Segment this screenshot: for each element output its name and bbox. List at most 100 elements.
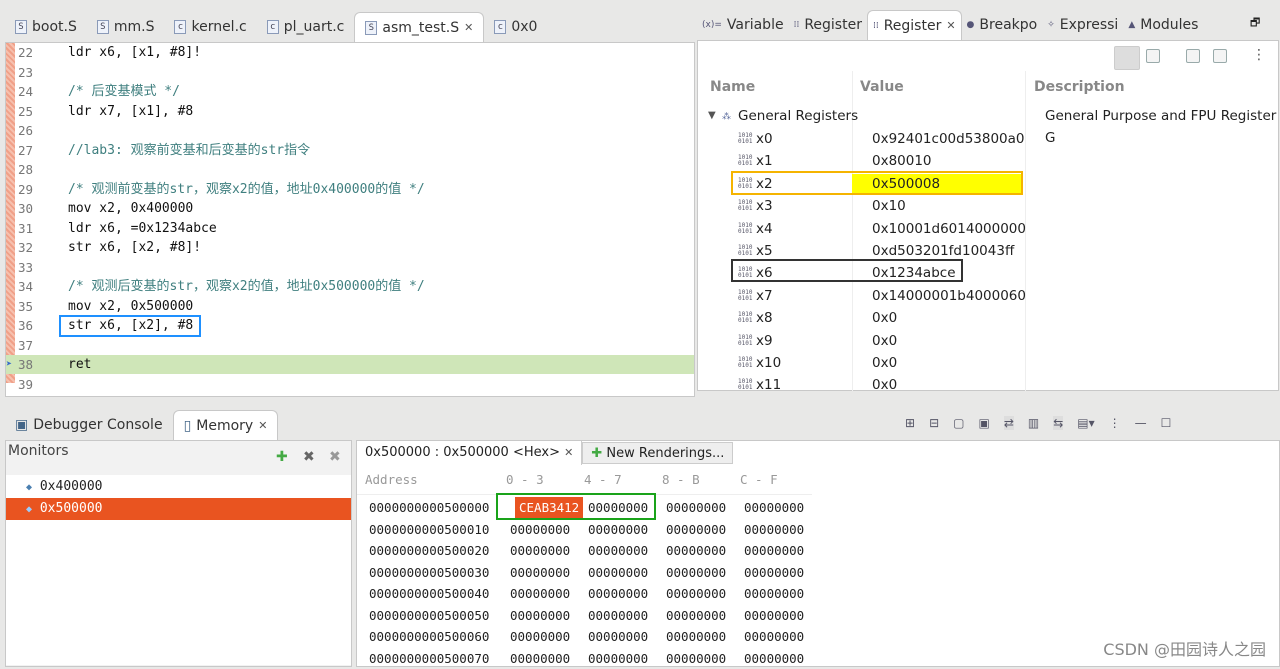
memory-cell[interactable]: 00000000: [666, 497, 726, 519]
console-icon: ▣: [15, 417, 28, 433]
register-row[interactable]: 10100101x30x10: [698, 195, 1278, 217]
register-name: x1: [756, 150, 773, 172]
monitor-item-selected[interactable]: ◆ 0x500000: [6, 498, 351, 520]
register-row[interactable]: 10100101x00x92401c00d53800a0: [698, 128, 1278, 150]
close-icon[interactable]: ✕: [946, 19, 955, 32]
tab-expressi[interactable]: ✧Expressi: [1042, 10, 1123, 40]
code-text: mov x2, 0x500000: [68, 297, 193, 316]
memory-cell[interactable]: 00000000: [666, 583, 726, 605]
memory-cell[interactable]: 00000000: [744, 648, 804, 669]
memory-cell[interactable]: 00000000: [744, 562, 804, 584]
view-menu-icon[interactable]: ⋮: [1109, 416, 1121, 430]
expressi-icon: ✧: [1047, 20, 1055, 30]
tab-pl_uart-c[interactable]: cpl_uart.c: [257, 12, 355, 42]
layout-toggle-icon[interactable]: [1114, 46, 1140, 70]
memory-cell[interactable]: 00000000: [666, 540, 726, 562]
export-icon[interactable]: [1213, 49, 1227, 63]
new-renderings-tab[interactable]: ✚ New Renderings...: [582, 442, 733, 464]
line-number: 36: [18, 316, 33, 335]
minimize-icon[interactable]: —: [1135, 416, 1147, 430]
memory-address: 0000000000500060: [369, 626, 489, 648]
new-page-icon[interactable]: ▢: [953, 416, 964, 430]
memory-cell[interactable]: 00000000: [744, 497, 804, 519]
code-text: /* 观测后变基的str，观察x2的值，地址0x500000的值 */: [68, 277, 425, 296]
register-group[interactable]: ▼ ⁂ General Registers General Purpose an…: [698, 105, 1278, 127]
tab-boot-s[interactable]: Sboot.S: [5, 12, 87, 42]
code-text: str x6, [x2, #8]!: [68, 238, 201, 257]
memory-cell[interactable]: 00000000: [510, 626, 570, 648]
memory-cell[interactable]: 00000000: [666, 605, 726, 627]
memory-cell[interactable]: 00000000: [666, 626, 726, 648]
tab-0x0[interactable]: c0x0: [484, 12, 547, 42]
view-menu-icon[interactable]: ⋮: [1252, 47, 1266, 63]
sync-icon[interactable]: ⇆: [1053, 416, 1063, 430]
tab-variable[interactable]: (x)=Variable: [697, 10, 789, 40]
layout-icon[interactable]: ▥: [1028, 416, 1039, 430]
export-icon[interactable]: ⊟: [929, 416, 939, 430]
tab-label: asm_test.S: [382, 20, 459, 36]
line-number: 37: [18, 336, 33, 355]
tab-asm_test-s[interactable]: Sasm_test.S✕: [354, 12, 484, 42]
memory-cell[interactable]: 00000000: [510, 519, 570, 541]
memory-cell[interactable]: 00000000: [588, 519, 648, 541]
register-row[interactable]: 10100101x10x80010: [698, 150, 1278, 172]
memory-cell[interactable]: 00000000: [510, 540, 570, 562]
code-line: 27//lab3: 观察前变基和后变基的str指令: [6, 141, 694, 160]
remove-all-monitors-icon[interactable]: ✖: [329, 449, 341, 465]
new-group-icon[interactable]: [1186, 49, 1200, 63]
register-value: 0x14000001b4000060: [872, 285, 1026, 307]
tab-memory[interactable]: ▯Memory✕: [173, 410, 279, 440]
memory-address: 0000000000500050: [369, 605, 489, 627]
memory-rendering: 0x500000 : 0x500000 <Hex> ✕ ✚ New Render…: [356, 440, 1280, 667]
tab-kernel-c[interactable]: ckernel.c: [164, 12, 256, 42]
memory-cell[interactable]: 00000000: [666, 519, 726, 541]
memory-cell[interactable]: 00000000: [666, 648, 726, 669]
tab-debugger-console[interactable]: ▣Debugger Console: [5, 410, 173, 440]
memory-cell[interactable]: 00000000: [588, 626, 648, 648]
maximize-icon[interactable]: ☐: [1161, 416, 1172, 430]
code-line: 35mov x2, 0x500000: [6, 297, 694, 316]
close-icon[interactable]: ✕: [464, 21, 473, 34]
memory-cell[interactable]: 00000000: [744, 605, 804, 627]
code-editor[interactable]: 22ldr x6, [x1, #8]!2324/* 后变基模式 */25ldr …: [5, 42, 695, 397]
column-header: C - F: [740, 469, 778, 491]
register-row[interactable]: 10100101x80x0: [698, 307, 1278, 329]
memory-cell[interactable]: 00000000: [588, 648, 648, 669]
memory-cell[interactable]: 00000000: [510, 648, 570, 669]
rendering-tab[interactable]: 0x500000 : 0x500000 <Hex> ✕: [357, 441, 582, 465]
tab-mm-s[interactable]: Smm.S: [87, 12, 165, 42]
register-row[interactable]: 10100101x100x0: [698, 352, 1278, 374]
col-name[interactable]: Name: [710, 79, 755, 95]
link-icon[interactable]: ⇄: [1004, 416, 1014, 430]
memory-cell[interactable]: 00000000: [510, 562, 570, 584]
register-row[interactable]: 10100101x70x14000001b4000060: [698, 285, 1278, 307]
register-row[interactable]: 10100101x40x10001d6014000000: [698, 218, 1278, 240]
memory-cell[interactable]: 00000000: [744, 583, 804, 605]
memory-cell[interactable]: 00000000: [588, 605, 648, 627]
tab-breakpo[interactable]: ●Breakpo: [962, 10, 1043, 40]
save-icon[interactable]: ▣: [978, 416, 989, 430]
import-icon[interactable]: ⊞: [905, 416, 915, 430]
memory-cell[interactable]: 00000000: [588, 583, 648, 605]
memory-cell[interactable]: 00000000: [588, 562, 648, 584]
col-value[interactable]: Value: [860, 79, 904, 95]
tab-register[interactable]: ⁞⁞Register✕: [867, 10, 962, 40]
memory-cell[interactable]: 00000000: [588, 540, 648, 562]
collapse-all-icon[interactable]: [1146, 49, 1160, 63]
format-icon[interactable]: ▤▾: [1077, 416, 1094, 430]
memory-cell[interactable]: 00000000: [744, 540, 804, 562]
memory-cell[interactable]: 00000000: [744, 519, 804, 541]
remove-monitor-icon[interactable]: ✖: [303, 449, 315, 465]
monitor-item[interactable]: ◆ 0x400000: [6, 476, 351, 498]
col-description[interactable]: Description: [1034, 79, 1125, 95]
memory-cell[interactable]: 00000000: [744, 626, 804, 648]
memory-cell[interactable]: 00000000: [666, 562, 726, 584]
register-row[interactable]: 10100101x110x0: [698, 374, 1278, 396]
tab-register[interactable]: ⁞⁞Register: [789, 10, 867, 40]
tab-modules[interactable]: ▲Modules: [1123, 10, 1203, 40]
restore-icon[interactable]: 🗗: [1250, 14, 1260, 33]
add-monitor-icon[interactable]: ✚: [276, 449, 288, 465]
register-row[interactable]: 10100101x90x0: [698, 330, 1278, 352]
memory-cell[interactable]: 00000000: [510, 583, 570, 605]
memory-cell[interactable]: 00000000: [510, 605, 570, 627]
